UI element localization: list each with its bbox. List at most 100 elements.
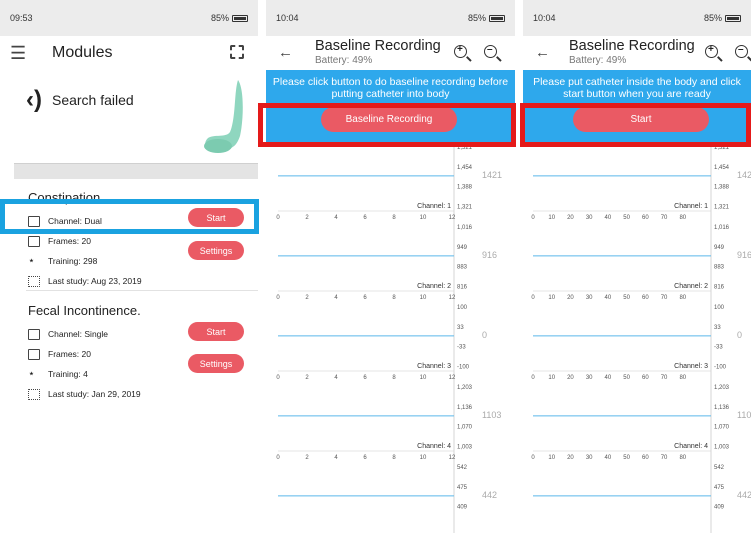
y-tick-label: 1,070 [714,425,730,431]
y-tick-label: 475 [714,485,725,491]
channel-text: Channel: Single [48,329,109,339]
x-tick-label: 80 [679,455,686,461]
app-bar: ← Baseline Recording Battery: 49% + – [523,36,751,70]
y-tick-label: 475 [457,485,468,491]
current-value-label: 1421 [482,170,502,180]
channel-highlight-box [0,199,259,234]
y-tick-label: 1,454 [714,165,730,171]
menu-icon[interactable]: ☰ [10,43,34,64]
channel-panel: 1,5211,4541,3881,3211421Channel: 1010203… [531,142,751,222]
channel-name-label: Channel: 4 [417,443,451,450]
page-title: Baseline Recording [315,38,441,54]
x-tick-label: 0 [276,295,280,301]
x-tick-label: 30 [586,295,593,301]
y-tick-label: 816 [714,285,725,291]
x-tick-label: 60 [642,375,649,381]
section-divider [14,163,258,179]
channel-charts: 1,5211,4541,3881,3211421Channel: 1010203… [531,142,751,533]
baseline-screen-2: 10:04 85% ← Baseline Recording Battery: … [523,0,751,533]
current-value-label: 0 [482,330,487,340]
x-tick-label: 12 [449,295,456,301]
frames-text: Frames: 20 [48,236,91,246]
x-tick-label: 20 [567,455,574,461]
channel-name-label: Channel: 3 [674,363,708,370]
x-tick-label: 70 [661,295,668,301]
channel-charts: 1,5211,4541,3881,3211421Channel: 10 2 4 6 8 1… [276,142,502,533]
status-bar: 10:04 85% [523,0,751,36]
x-tick-label: 10 [548,295,555,301]
x-tick-label: 12 [449,375,456,381]
button-highlight-box [520,103,751,147]
training-text: Training: 4 [48,369,88,379]
x-tick-label: 40 [605,375,612,381]
x-tick-label: 50 [623,455,630,461]
channel-name-label: Channel: 1 [417,203,451,210]
channel-panel: 1,203 1,136 1,070 1,003 1103 Channel: 4 0 2 4 6 8 1… [276,382,501,462]
y-tick-label: 100 [714,305,725,311]
x-tick-label: 6 [363,295,367,301]
current-value-label: 1103 [482,410,501,420]
x-tick-label: 8 [392,455,396,461]
channel-name-label: Channel: 2 [674,283,708,290]
status-bar: 09:53 85% [0,0,258,36]
status-time: 10:04 [276,13,299,23]
module-title: Fecal Incontinence. [28,303,141,318]
zoom-out-icon[interactable]: – [484,44,497,58]
y-tick-label: -33 [714,345,723,351]
last-study-text: Last study: Aug 23, 2019 [48,276,142,286]
fullscreen-icon[interactable] [230,45,244,59]
bluetooth-status: ‹) Search failed [26,86,134,114]
modules-screen: 09:53 85% ☰ Modules ‹) Search failed Con… [0,0,258,533]
y-tick-label: 1,136 [457,405,473,411]
x-tick-label: 0 [276,375,280,381]
back-arrow-icon[interactable]: ← [278,44,293,61]
settings-button[interactable]: Settings [188,354,244,373]
x-tick-label: 70 [661,375,668,381]
x-tick-label: 70 [661,455,668,461]
y-tick-label: 542 [457,465,468,471]
y-tick-label: 1,388 [457,185,473,191]
y-tick-label: -100 [457,365,470,371]
back-arrow-icon[interactable]: ← [535,44,550,61]
x-tick-label: 0 [531,455,535,461]
y-tick-label: 100 [457,305,468,311]
start-button[interactable]: Start [188,322,244,341]
x-tick-label: 40 [605,295,612,301]
x-tick-label: 10 [420,215,427,221]
y-tick-label: 409 [457,505,468,511]
x-tick-label: 4 [334,455,338,461]
current-value-label: 916 [482,250,497,260]
y-tick-label: 409 [714,505,725,511]
x-tick-label: 0 [531,375,535,381]
y-tick-label: 1,321 [714,205,730,211]
channel-name-label: Channel: 1 [674,203,708,210]
banner-message: Please click button to do baseline recor… [272,76,509,100]
zoom-in-icon[interactable]: + [705,44,718,58]
battery-percent: 85% [467,13,486,23]
monitor-icon [28,328,40,340]
banner-message: Please put catheter inside the body and … [533,76,741,100]
zoom-in-icon[interactable]: + [454,44,467,58]
channel-name-label: Channel: 2 [417,283,451,290]
y-tick-label: -33 [457,345,466,351]
image-icon [28,348,40,360]
y-tick-label: 1,016 [457,225,473,231]
zoom-out-icon[interactable]: – [735,44,748,58]
x-tick-label: 2 [305,295,309,301]
current-value-label: 442 [482,490,497,500]
app-bar: ← Baseline Recording Battery: 49% + – [266,36,515,70]
x-tick-label: 10 [548,375,555,381]
y-tick-label: 1,321 [457,205,473,211]
current-value-label: 442 [737,490,751,500]
x-tick-label: 30 [586,215,593,221]
status-bar: 10:04 85% [266,0,515,36]
y-tick-label: 1,454 [457,165,473,171]
x-tick-label: 8 [392,375,396,381]
channel-panel: 542 475 409 442 [533,462,751,533]
settings-button[interactable]: Settings [188,241,244,260]
x-tick-label: 10 [420,455,427,461]
x-tick-label: 50 [623,375,630,381]
y-tick-label: 33 [714,325,721,331]
battery-icon [489,14,505,22]
battery-subtitle: Battery: 49% [315,55,373,66]
